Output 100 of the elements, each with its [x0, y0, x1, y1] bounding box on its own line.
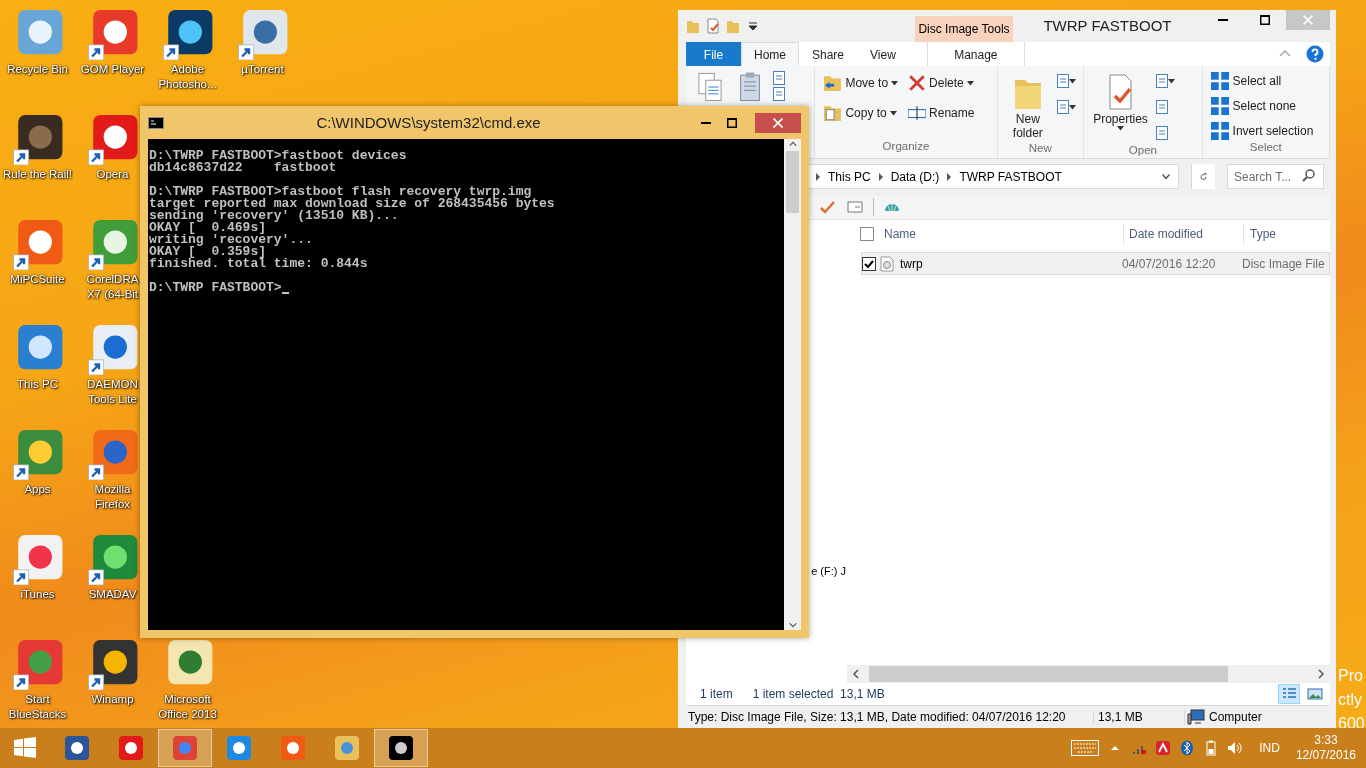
column-header[interactable]: Date modified: [1124, 223, 1244, 245]
command-icon: [824, 74, 843, 92]
keyboard-icon[interactable]: [1071, 740, 1100, 756]
help-icon[interactable]: [1306, 45, 1324, 63]
taskbar-button[interactable]: [374, 729, 428, 767]
ribbon-button[interactable]: Delete: [905, 70, 978, 96]
status-text: 1 item: [700, 687, 733, 701]
details-text: 13,1 MB: [1093, 710, 1184, 724]
chevron-icon: [877, 172, 884, 181]
close-icon: [773, 117, 783, 128]
console-line: db14c8637d22 fastboot: [149, 162, 337, 174]
rename-icon: [846, 198, 864, 216]
console-line: target reported max download size of 268435456 bytes: [149, 198, 555, 210]
console-line: sending 'recovery' (13510 KB)...: [149, 210, 399, 222]
ribbon-button[interactable]: Invert selection: [1208, 120, 1316, 141]
volume-icon[interactable]: [1227, 740, 1244, 756]
breadcrumb-item[interactable]: This PC: [828, 169, 871, 184]
chevron-down-icon: [1162, 174, 1170, 179]
console-line: finished. total time: 0.844s: [149, 258, 368, 270]
bluetooth-icon[interactable]: [1179, 740, 1196, 756]
document-icon: [773, 71, 785, 85]
ribbon-button[interactable]: Select none: [1208, 95, 1316, 116]
shortcut-icon[interactable]: [12, 115, 63, 165]
shortcut-icon[interactable]: [162, 10, 213, 60]
group-label: New: [1027, 142, 1053, 156]
group-label: Select: [1248, 141, 1283, 155]
thumbnail-view-icon: [1306, 685, 1324, 703]
context-tab-header: Disc Image Tools: [915, 16, 1013, 42]
close-button[interactable]: [755, 112, 801, 133]
minimize-icon: [701, 121, 711, 124]
copy-icon: [695, 70, 725, 104]
app-icon: [170, 733, 200, 763]
ribbon-tab[interactable]: Share: [799, 42, 858, 66]
details-view-button[interactable]: [1278, 684, 1300, 704]
scrollbar-thumb[interactable]: [786, 151, 799, 213]
console-line: writing 'recovery'...: [149, 234, 313, 246]
ribbon-tab[interactable]: Home: [741, 42, 799, 66]
search-field[interactable]: Search T...: [1227, 164, 1324, 189]
file-row[interactable]: twrp 04/07/2016 12:20 Disc Image File: [861, 252, 1330, 275]
ribbon-button[interactable]: Copy to: [821, 100, 902, 126]
desktop-text: Pro: [1338, 666, 1364, 686]
desktop-text: ctly: [1338, 690, 1363, 710]
ribbon-button[interactable]: Rename: [905, 100, 978, 126]
document-icon: [1155, 126, 1168, 140]
maximize-icon: [727, 117, 737, 128]
breadcrumb-item[interactable]: Data (D:): [890, 169, 940, 184]
chevron-icon: [815, 172, 821, 181]
console-line: D:\TWRP FASTBOOT>fastboot flash recovery twrp.img: [149, 186, 532, 198]
antivirus-icon[interactable]: [1155, 740, 1172, 756]
grid-icon: [1210, 71, 1229, 90]
group-label: Open: [1127, 144, 1158, 158]
console-icon[interactable]: [148, 116, 164, 129]
scroll-left-icon[interactable]: [852, 669, 860, 679]
address-bar[interactable]: This PC Data (D:) TWRP FASTBOOT: [808, 164, 1179, 189]
file-tab[interactable]: File: [686, 42, 741, 66]
checkbox[interactable]: [862, 256, 876, 271]
document-icon: [1155, 100, 1168, 114]
text-cursor: [281, 292, 289, 294]
properties-button[interactable]: Properties: [1090, 70, 1151, 144]
console-line: D:\TWRP FASTBOOT>: [149, 282, 282, 294]
nav-item[interactable]: e (F:) J: [811, 565, 847, 577]
window-title: C:\WINDOWS\system32\cmd.exe: [315, 114, 542, 131]
command-icon: [908, 104, 927, 122]
new-folder-button[interactable]: New folder: [1003, 70, 1053, 142]
console-line: OKAY [ 0.359s]: [149, 246, 267, 258]
scroll-up-icon[interactable]: [788, 139, 797, 149]
command-icon: [824, 104, 843, 122]
maximize-icon: [1260, 15, 1270, 25]
scroll-down-icon[interactable]: [788, 620, 797, 630]
column-header[interactable]: Type: [1244, 223, 1330, 245]
grid-icon: [1210, 121, 1229, 140]
minimize-icon: [1218, 19, 1228, 21]
select-all-checkbox[interactable]: [860, 227, 874, 241]
disc-file-icon: [880, 255, 894, 272]
table-cell: Disc Image File: [1242, 256, 1325, 271]
file-name: twrp: [900, 256, 924, 271]
document-icon: [1155, 74, 1168, 88]
computer-icon: [1187, 709, 1205, 725]
vertical-scrollbar[interactable]: [784, 139, 801, 630]
scroll-right-icon[interactable]: [1317, 669, 1325, 679]
app-icon: [116, 733, 146, 763]
ribbon-tab[interactable]: View: [857, 42, 909, 66]
scrollbar-thumb[interactable]: [869, 666, 1228, 682]
refresh-button[interactable]: [1191, 164, 1215, 189]
breadcrumb-item[interactable]: TWRP FASTBOOT: [959, 169, 1062, 184]
column-header[interactable]: Name: [884, 223, 1124, 245]
group-label: Organize: [881, 140, 931, 154]
app-icon: [62, 733, 92, 763]
ribbon-button[interactable]: Select all: [1208, 70, 1316, 91]
app-icon: [332, 733, 362, 763]
table-cell-text: 04/07/2016 12:20: [1122, 256, 1217, 271]
close-icon: [1303, 15, 1313, 25]
ribbon-button[interactable]: Move to: [821, 70, 902, 96]
document-icon: [1057, 100, 1070, 114]
chevron-icon: [946, 172, 953, 181]
shortcut-icon[interactable]: [87, 640, 138, 690]
properties-icon[interactable]: [706, 18, 720, 34]
status-text: 1 item selected 13,1 MB: [752, 687, 885, 701]
horizontal-scrollbar[interactable]: [847, 665, 1330, 683]
app-icon: [386, 733, 416, 763]
